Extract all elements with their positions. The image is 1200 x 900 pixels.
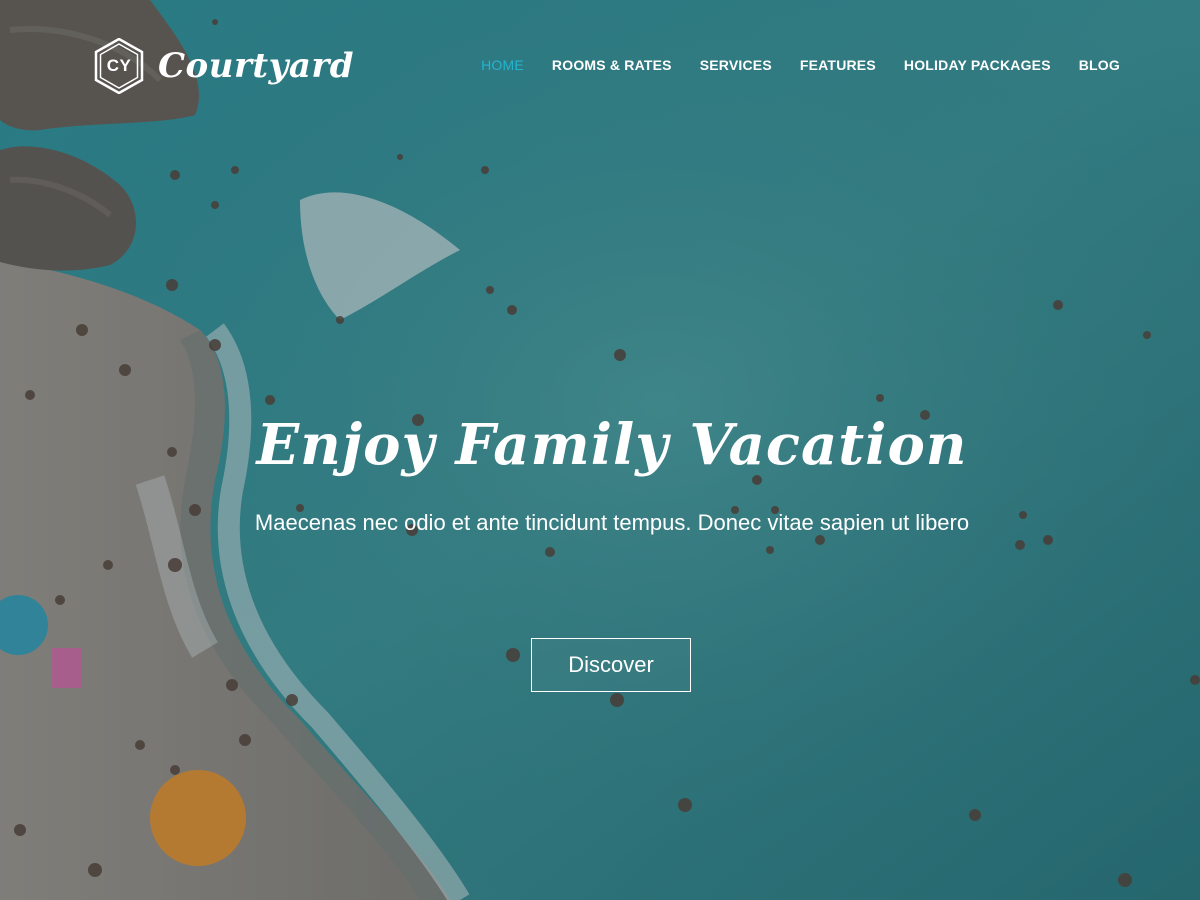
nav-item-rooms-rates[interactable]: ROOMS & RATES (552, 57, 672, 73)
hero-section: CY Courtyard HOME ROOMS & RATES SERVICES… (0, 0, 1200, 900)
discover-button[interactable]: Discover (531, 638, 691, 692)
nav-item-home[interactable]: HOME (481, 57, 524, 73)
brand-name: Courtyard (158, 46, 355, 86)
brand-logo-link[interactable]: CY Courtyard (94, 38, 354, 94)
nav-item-blog[interactable]: BLOG (1079, 57, 1120, 73)
hexagon-logo-icon: CY (94, 38, 144, 94)
main-navigation: HOME ROOMS & RATES SERVICES FEATURES HOL… (453, 57, 1120, 73)
logo-initials: CY (106, 56, 132, 75)
nav-item-services[interactable]: SERVICES (700, 57, 772, 73)
nav-item-features[interactable]: FEATURES (800, 57, 876, 73)
hero-subtitle: Maecenas nec odio et ante tincidunt temp… (254, 510, 970, 535)
nav-item-holiday-packages[interactable]: HOLIDAY PACKAGES (904, 57, 1051, 73)
hero-title: Enjoy Family Vacation (256, 412, 968, 478)
